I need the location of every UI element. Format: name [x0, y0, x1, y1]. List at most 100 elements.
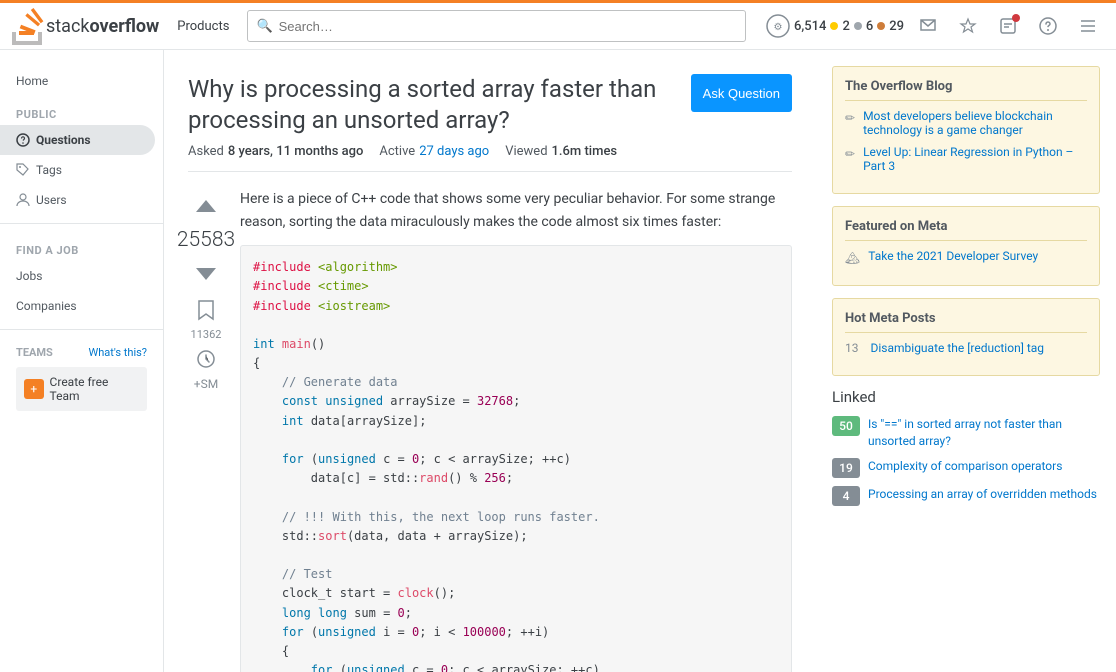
blog-item-1: ✏ Most developers believe blockchain tec…: [845, 109, 1087, 137]
whats-this-link[interactable]: What's this?: [88, 346, 147, 359]
downvote-button[interactable]: [188, 256, 224, 292]
sidebar-item-users[interactable]: Users: [0, 185, 155, 215]
jobs-label: Jobs: [16, 269, 42, 283]
pencil-icon-1: ✏: [845, 111, 855, 125]
help-button[interactable]: [1032, 10, 1064, 42]
reputation-badge: ⚙ 6,514 2 6 29: [766, 14, 904, 38]
review-button[interactable]: [992, 10, 1024, 42]
logo-icon: [12, 8, 44, 45]
hamburger-button[interactable]: [1072, 10, 1104, 42]
gold-dot: [830, 22, 838, 30]
tags-label: Tags: [36, 163, 62, 177]
gold-count: 2: [842, 19, 849, 34]
history-icon: [197, 350, 215, 368]
trophy-icon: [959, 17, 977, 35]
linked-badge-3: 4: [832, 486, 860, 506]
sidebar-item-tags[interactable]: Tags: [0, 155, 155, 185]
search-input[interactable]: [279, 19, 737, 34]
linked-item-2: 19 Complexity of comparison operators: [832, 458, 1100, 478]
question-title: Why is processing a sorted array faster …: [188, 74, 675, 136]
upvote-arrow[interactable]: [196, 200, 216, 212]
blog-link-1[interactable]: Most developers believe blockchain techn…: [863, 109, 1087, 137]
active-value[interactable]: 27 days ago: [419, 144, 489, 159]
linked-link-2[interactable]: Complexity of comparison operators: [868, 458, 1062, 475]
header-icons: ⚙ 6,514 2 6 29: [766, 10, 1104, 42]
featured-meta-title: Featured on Meta: [845, 219, 1087, 241]
left-sidebar: Home PUBLIC Questions Tags Users FIND A …: [0, 50, 164, 672]
create-team-icon: +: [24, 379, 44, 399]
questions-label: Questions: [36, 133, 91, 147]
sidebar-item-home[interactable]: Home: [0, 66, 155, 96]
question-title-row: Why is processing a sorted array faster …: [188, 74, 792, 136]
inbox-button[interactable]: [912, 10, 944, 42]
companies-label: Companies: [16, 299, 77, 313]
bookmark-button[interactable]: [188, 296, 224, 324]
pencil-icon-2: ✏: [845, 147, 855, 161]
logo-text: stackoverflow: [46, 16, 159, 37]
products-nav[interactable]: Products: [171, 15, 235, 38]
rep-count: 6,514: [794, 19, 826, 34]
bronze-dot: [877, 22, 885, 30]
downvote-arrow[interactable]: [196, 268, 216, 280]
public-section-header: PUBLIC: [0, 96, 163, 125]
hot-meta-box: Hot Meta Posts 13 Disambiguate the [redu…: [832, 298, 1100, 376]
teams-section: TEAMS What's this? + Create free Team: [0, 338, 163, 419]
blog-link-2[interactable]: Level Up: Linear Regression in Python – …: [863, 145, 1087, 173]
home-label: Home: [16, 74, 48, 88]
bookmark-count: 11362: [191, 328, 222, 341]
meta-icon-1: 🏔: [845, 251, 860, 265]
active-meta: Active 27 days ago: [379, 144, 489, 159]
linked-link-3[interactable]: Processing an array of overridden method…: [868, 486, 1097, 503]
achievements-button[interactable]: [952, 10, 984, 42]
viewed-value: 1.6m times: [552, 144, 618, 159]
post-body: Here is a piece of C++ code that shows s…: [240, 188, 792, 672]
linked-link-1[interactable]: Is "==" in sorted array not faster than …: [868, 416, 1100, 450]
create-team-button[interactable]: + Create free Team: [16, 367, 147, 411]
right-sidebar: The Overflow Blog ✏ Most developers beli…: [816, 50, 1116, 672]
featured-link-1[interactable]: Take the 2021 Developer Survey: [868, 249, 1038, 263]
users-label: Users: [36, 193, 67, 207]
hot-item-1: 13 Disambiguate the [reduction] tag: [845, 341, 1087, 355]
hot-link-1[interactable]: Disambiguate the [reduction] tag: [871, 341, 1045, 355]
vote-extra[interactable]: +SM: [194, 377, 218, 391]
history-button[interactable]: [188, 345, 224, 373]
logo[interactable]: stackoverflow: [12, 8, 159, 45]
linked-badge-1: 50: [832, 416, 860, 436]
linked-item-3: 4 Processing an array of overridden meth…: [832, 486, 1100, 506]
achievements-icon: ⚙: [766, 14, 790, 38]
vote-count: 25583: [177, 228, 235, 252]
viewed-meta: Viewed 1.6m times: [505, 144, 617, 159]
post-text: Here is a piece of C++ code that shows s…: [240, 188, 792, 233]
question-meta: Asked 8 years, 11 months ago Active 27 d…: [188, 144, 792, 159]
find-job-section-header: FIND A JOB: [0, 232, 163, 261]
ask-question-button[interactable]: Ask Question: [691, 74, 792, 112]
question-header: Why is processing a sorted array faster …: [188, 74, 792, 172]
viewed-label: Viewed: [505, 144, 547, 159]
inbox-icon: [919, 17, 937, 35]
review-notification-dot: [1012, 14, 1020, 22]
search-bar[interactable]: 🔍: [247, 10, 746, 42]
featured-item-1: 🏔 Take the 2021 Developer Survey: [845, 249, 1087, 265]
code-block: #include <algorithm> #include <ctime> #i…: [240, 245, 792, 672]
sidebar-item-questions[interactable]: Questions: [0, 125, 155, 155]
sidebar-item-jobs[interactable]: Jobs: [0, 261, 155, 291]
linked-item-1: 50 Is "==" in sorted array not faster th…: [832, 416, 1100, 450]
questions-icon: [16, 133, 30, 147]
silver-count: 6: [866, 19, 873, 34]
featured-meta-box: Featured on Meta 🏔 Take the 2021 Develop…: [832, 206, 1100, 286]
teams-section-label: TEAMS: [16, 346, 53, 359]
asked-label: Asked: [188, 144, 224, 159]
vote-cell: 25583 11362 +SM: [188, 188, 224, 672]
blog-item-2: ✏ Level Up: Linear Regression in Python …: [845, 145, 1087, 173]
silver-dot: [854, 22, 862, 30]
sidebar-item-companies[interactable]: Companies: [0, 291, 155, 321]
header: stackoverflow Products 🔍 ⚙ 6,514 2 6 29: [0, 0, 1116, 50]
overflow-blog-box: The Overflow Blog ✏ Most developers beli…: [832, 66, 1100, 194]
linked-title: Linked: [832, 388, 1100, 406]
bronze-count: 29: [889, 19, 904, 34]
users-icon: [16, 193, 30, 207]
upvote-button[interactable]: [188, 188, 224, 224]
asked-meta: Asked 8 years, 11 months ago: [188, 144, 363, 159]
svg-text:⚙: ⚙: [773, 22, 782, 33]
sidebar-divider-2: [0, 329, 163, 330]
